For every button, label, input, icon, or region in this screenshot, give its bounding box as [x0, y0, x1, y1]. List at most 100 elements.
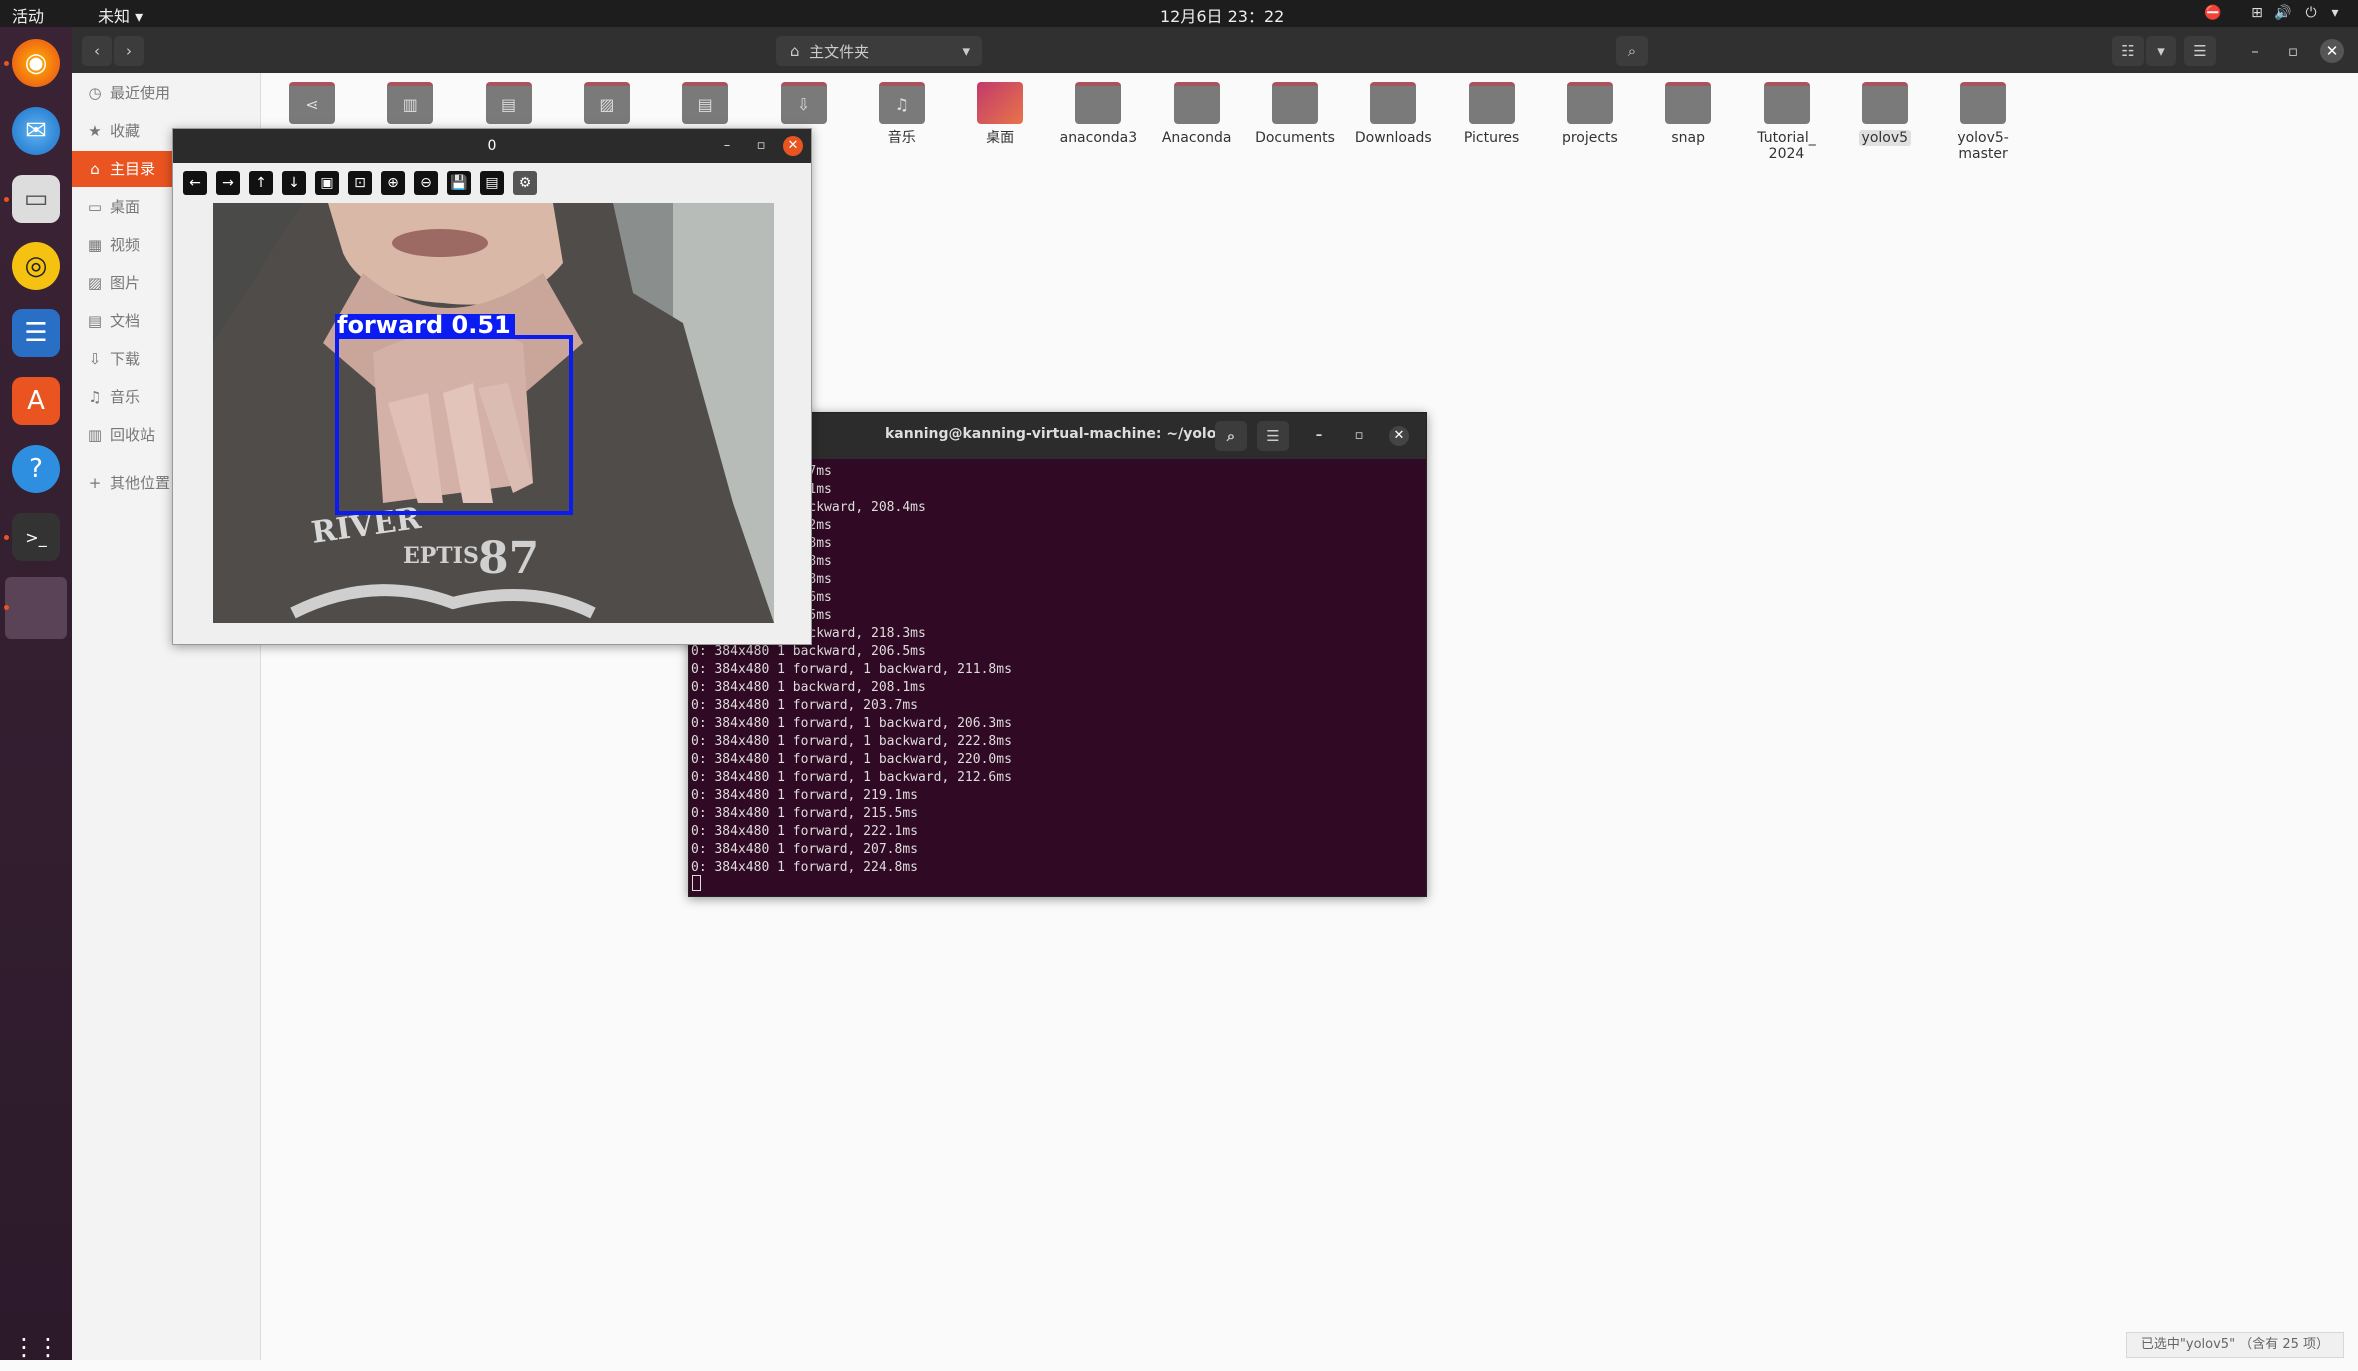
folder-item[interactable]: Tutorial_ 2024 — [1742, 82, 1832, 162]
folder-item[interactable]: projects — [1545, 82, 1635, 146]
folder-item[interactable]: ▤ — [660, 82, 750, 130]
opencv-image-window[interactable]: 0 – ▫ ✕ ← → ↑ ↓ ▣ ⊡ ⊕ ⊖ 💾 ▤ ⚙ RIVER EPTI… — [172, 128, 812, 645]
folder-icon — [1272, 82, 1318, 124]
terminal-icon[interactable]: >_ — [12, 513, 60, 561]
do-not-disturb-icon[interactable]: ⛔ — [2204, 4, 2222, 22]
chevron-down-icon: ▾ — [962, 42, 970, 60]
files-headerbar: ‹ › ⌂ 主文件夹 ▾ ⌕ ☷ ▾ ☰ – ▫ ✕ — [72, 27, 2358, 73]
menu-button[interactable]: ☰ — [2184, 36, 2216, 66]
sidebar-item-label: 下载 — [110, 350, 141, 368]
files-icon[interactable]: ▭ — [12, 175, 60, 223]
system-menu-chevron-icon[interactable]: ▾ — [2326, 4, 2344, 22]
save-icon[interactable]: 💾 — [447, 171, 471, 195]
cv-titlebar[interactable]: 0 – ▫ ✕ — [173, 129, 811, 163]
folder-item[interactable]: 桌面 — [955, 82, 1045, 146]
folder-item[interactable]: yolov5 — [1840, 82, 1930, 146]
location-bar[interactable]: ⌂ 主文件夹 ▾ — [776, 36, 982, 66]
minimize-button[interactable]: – — [1309, 426, 1329, 446]
thunderbird-icon[interactable]: ✉ — [12, 107, 60, 155]
terminal-menu-button[interactable]: ☰ — [1257, 421, 1289, 451]
folder-item[interactable]: Pictures — [1447, 82, 1537, 146]
maximize-button[interactable]: ▫ — [1349, 426, 1369, 446]
chevron-down-icon: ▾ — [2157, 42, 2165, 60]
sidebar-item-label: 其他位置 — [110, 474, 171, 492]
zoom-fit-icon[interactable]: ▣ — [315, 171, 339, 195]
folder-item[interactable]: Anaconda — [1152, 82, 1242, 146]
activities-button[interactable]: 活动 — [12, 3, 44, 27]
folder-item[interactable]: Downloads — [1348, 82, 1438, 146]
folder-name: anaconda3 — [1059, 130, 1138, 146]
clock[interactable]: 12月6日 23：22 — [1160, 3, 1284, 27]
sidebar-item-label: 主目录 — [110, 160, 156, 178]
folder-item[interactable]: anaconda3 — [1053, 82, 1143, 146]
pan-left-icon[interactable]: ← — [183, 171, 207, 195]
document-icon: ▤ — [682, 82, 729, 124]
download-icon: ⇩ — [780, 82, 827, 124]
folder-name: Tutorial_ 2024 — [1757, 130, 1816, 162]
back-button[interactable]: ‹ — [82, 36, 112, 66]
camera-frame: RIVER EPTIS 87 forward 0.51 — [213, 203, 774, 623]
document-icon: ▤ — [87, 312, 103, 330]
cv-window-title: 0 — [487, 138, 497, 154]
terminal-line: 0: 384x480 1 forward, 1 backward, 222.8m… — [691, 734, 1012, 749]
help-icon[interactable]: ? — [12, 445, 60, 493]
home-icon: ⌂ — [790, 42, 800, 60]
properties-icon[interactable]: ▤ — [480, 171, 504, 195]
show-apps-icon[interactable]: ⋮⋮ — [12, 1323, 60, 1371]
folder-item[interactable]: yolov5- master — [1938, 82, 2028, 162]
close-button[interactable]: ✕ — [783, 136, 803, 156]
download-icon: ⇩ — [88, 350, 102, 368]
terminal-line: 0: 384x480 1 forward, 207.8ms — [691, 842, 918, 857]
software-center-icon[interactable]: A — [12, 377, 60, 425]
folder-icon — [1566, 82, 1613, 124]
power-icon[interactable]: ⏻ — [2302, 4, 2320, 22]
opencv-window-icon[interactable] — [5, 577, 67, 639]
folder-item[interactable]: ▥ — [365, 82, 455, 130]
folder-item[interactable]: Documents — [1250, 82, 1340, 146]
close-button[interactable]: ✕ — [1389, 426, 1409, 446]
folder-icon — [1861, 82, 1908, 124]
folder-name: Downloads — [1354, 130, 1432, 146]
pan-up-icon[interactable]: ↑ — [249, 171, 273, 195]
terminal-search-button[interactable]: ⌕ — [1215, 421, 1247, 451]
forward-button[interactable]: › — [114, 36, 144, 66]
plus-icon: + — [88, 474, 102, 492]
sidebar-item-label: 最近使用 — [110, 84, 171, 102]
folder-item[interactable]: snap — [1643, 82, 1733, 146]
folder-item[interactable]: ♫ 音乐 — [857, 82, 947, 146]
network-icon[interactable]: ⊞ — [2248, 4, 2266, 22]
pan-down-icon[interactable]: ↓ — [282, 171, 306, 195]
folder-item[interactable]: ⋖ — [267, 82, 357, 130]
firefox-icon[interactable]: ◉ — [12, 39, 60, 87]
search-button[interactable]: ⌕ — [1616, 36, 1648, 66]
writer-icon[interactable]: ☰ — [12, 309, 60, 357]
terminal-line: 0: 384x480 1 forward, 224.8ms — [691, 860, 918, 875]
maximize-button[interactable]: ▫ — [751, 136, 771, 156]
close-button[interactable]: ✕ — [2320, 39, 2344, 63]
settings-icon[interactable]: ⚙ — [513, 171, 537, 195]
svg-text:EPTIS: EPTIS — [403, 543, 479, 569]
terminal-line: 0: 384x480 1 forward, 1 backward, 212.6m… — [691, 770, 1012, 785]
camera-frame-image: RIVER EPTIS 87 — [213, 203, 774, 623]
rhythmbox-icon[interactable]: ◎ — [12, 242, 60, 290]
zoom-in-icon[interactable]: ⊕ — [381, 171, 405, 195]
volume-icon[interactable]: 🔊 — [2274, 4, 2292, 22]
folder-item[interactable]: ▤ — [464, 82, 554, 130]
maximize-button[interactable]: ▫ — [2280, 36, 2306, 66]
desktop-icon — [977, 82, 1024, 124]
zoom-out-icon[interactable]: ⊖ — [414, 171, 438, 195]
zoom-original-icon[interactable]: ⊡ — [348, 171, 372, 195]
video-icon: ▦ — [87, 236, 103, 254]
sidebar-item[interactable]: ◷ 最近使用 — [72, 75, 260, 111]
minimize-button[interactable]: – — [717, 136, 737, 156]
sidebar-item-label: 收藏 — [110, 122, 141, 140]
terminal-cursor — [692, 875, 701, 891]
app-menu[interactable]: 未知 ▾ — [98, 3, 143, 27]
terminal-line: 0: 384x480 1 forward, 215.5ms — [691, 806, 918, 821]
list-view-button[interactable]: ☷ — [2112, 36, 2144, 66]
pan-right-icon[interactable]: → — [216, 171, 240, 195]
minimize-button[interactable]: – — [2242, 36, 2268, 66]
list-view-icon: ☷ — [2121, 42, 2135, 60]
folder-item[interactable]: ▨ — [562, 82, 652, 130]
view-options-button[interactable]: ▾ — [2146, 36, 2176, 66]
